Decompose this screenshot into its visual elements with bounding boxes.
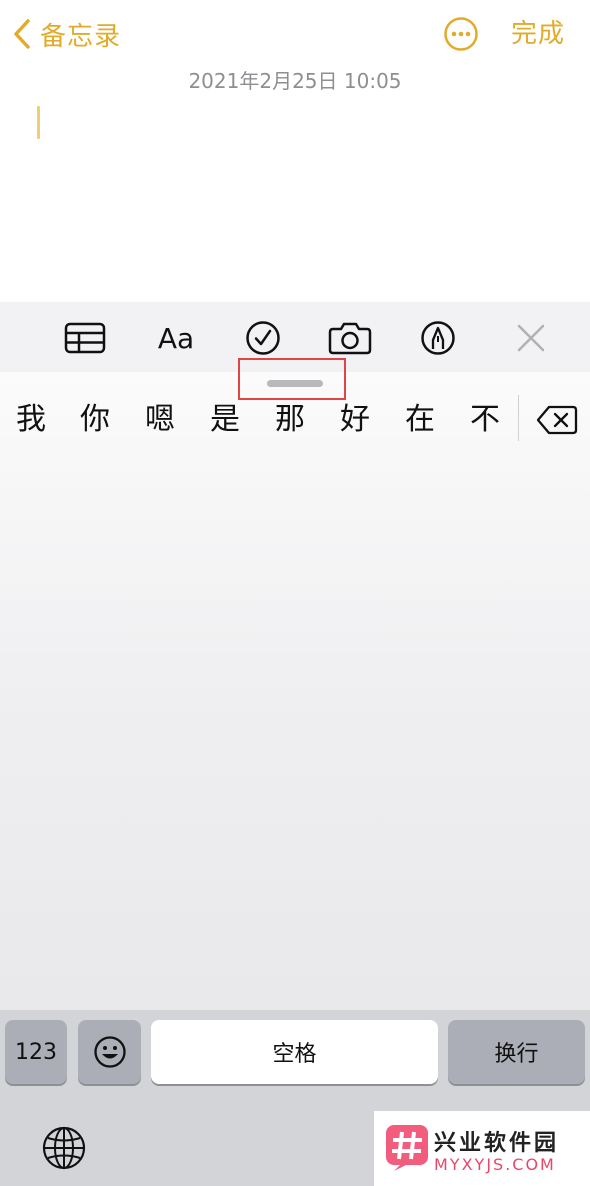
checklist-button[interactable] (241, 318, 285, 358)
markup-button[interactable] (416, 318, 460, 358)
candidate-separator (518, 395, 519, 441)
emoji-key[interactable] (78, 1020, 141, 1084)
close-icon (517, 324, 545, 352)
candidate-word[interactable]: 不 (463, 392, 507, 448)
camera-icon (328, 322, 372, 355)
space-key[interactable]: 空格 (151, 1020, 438, 1084)
close-toolbar-button[interactable] (509, 318, 553, 358)
emoji-icon (93, 1036, 126, 1068)
text-cursor[interactable] (37, 106, 40, 139)
back-button-label: 备忘录 (40, 21, 122, 52)
candidate-word[interactable]: 好 (333, 392, 377, 448)
numbers-key[interactable]: 123 (5, 1020, 67, 1084)
candidate-word[interactable]: 是 (203, 392, 247, 448)
table-icon (64, 322, 106, 354)
backspace-icon[interactable] (536, 404, 578, 436)
return-key[interactable]: 换行 (448, 1020, 585, 1084)
candidate-word[interactable]: 嗯 (138, 392, 182, 448)
text-format-icon: Aa (157, 321, 195, 355)
markup-pen-icon (421, 321, 455, 355)
text-format-button[interactable]: Aa (152, 318, 200, 358)
table-button[interactable] (63, 318, 107, 358)
done-button[interactable]: 完成 (511, 16, 565, 52)
hash-logo-icon (386, 1125, 428, 1171)
navigation-bar: 备忘录 完成 (0, 0, 590, 70)
camera-button[interactable] (328, 318, 372, 358)
candidate-word[interactable]: 在 (398, 392, 442, 448)
checklist-icon (246, 321, 280, 355)
watermark: 兴业软件园 MYXYJS.COM (374, 1111, 590, 1186)
candidate-word[interactable]: 那 (268, 392, 312, 448)
watermark-title: 兴业软件园 (434, 1131, 560, 1156)
candidate-word[interactable]: 你 (73, 392, 117, 448)
back-button[interactable]: 备忘录 (10, 14, 121, 54)
watermark-subtitle: MYXYJS.COM (434, 1155, 556, 1174)
ellipsis-circle-icon[interactable] (443, 16, 479, 52)
chevron-left-icon (14, 19, 30, 49)
candidate-bar: 我 你 嗯 是 那 好 在 不 (0, 392, 590, 448)
globe-icon[interactable] (40, 1124, 88, 1172)
candidate-word[interactable]: 我 (9, 392, 53, 448)
note-date: 2021年2月25日 10:05 (188, 69, 402, 93)
